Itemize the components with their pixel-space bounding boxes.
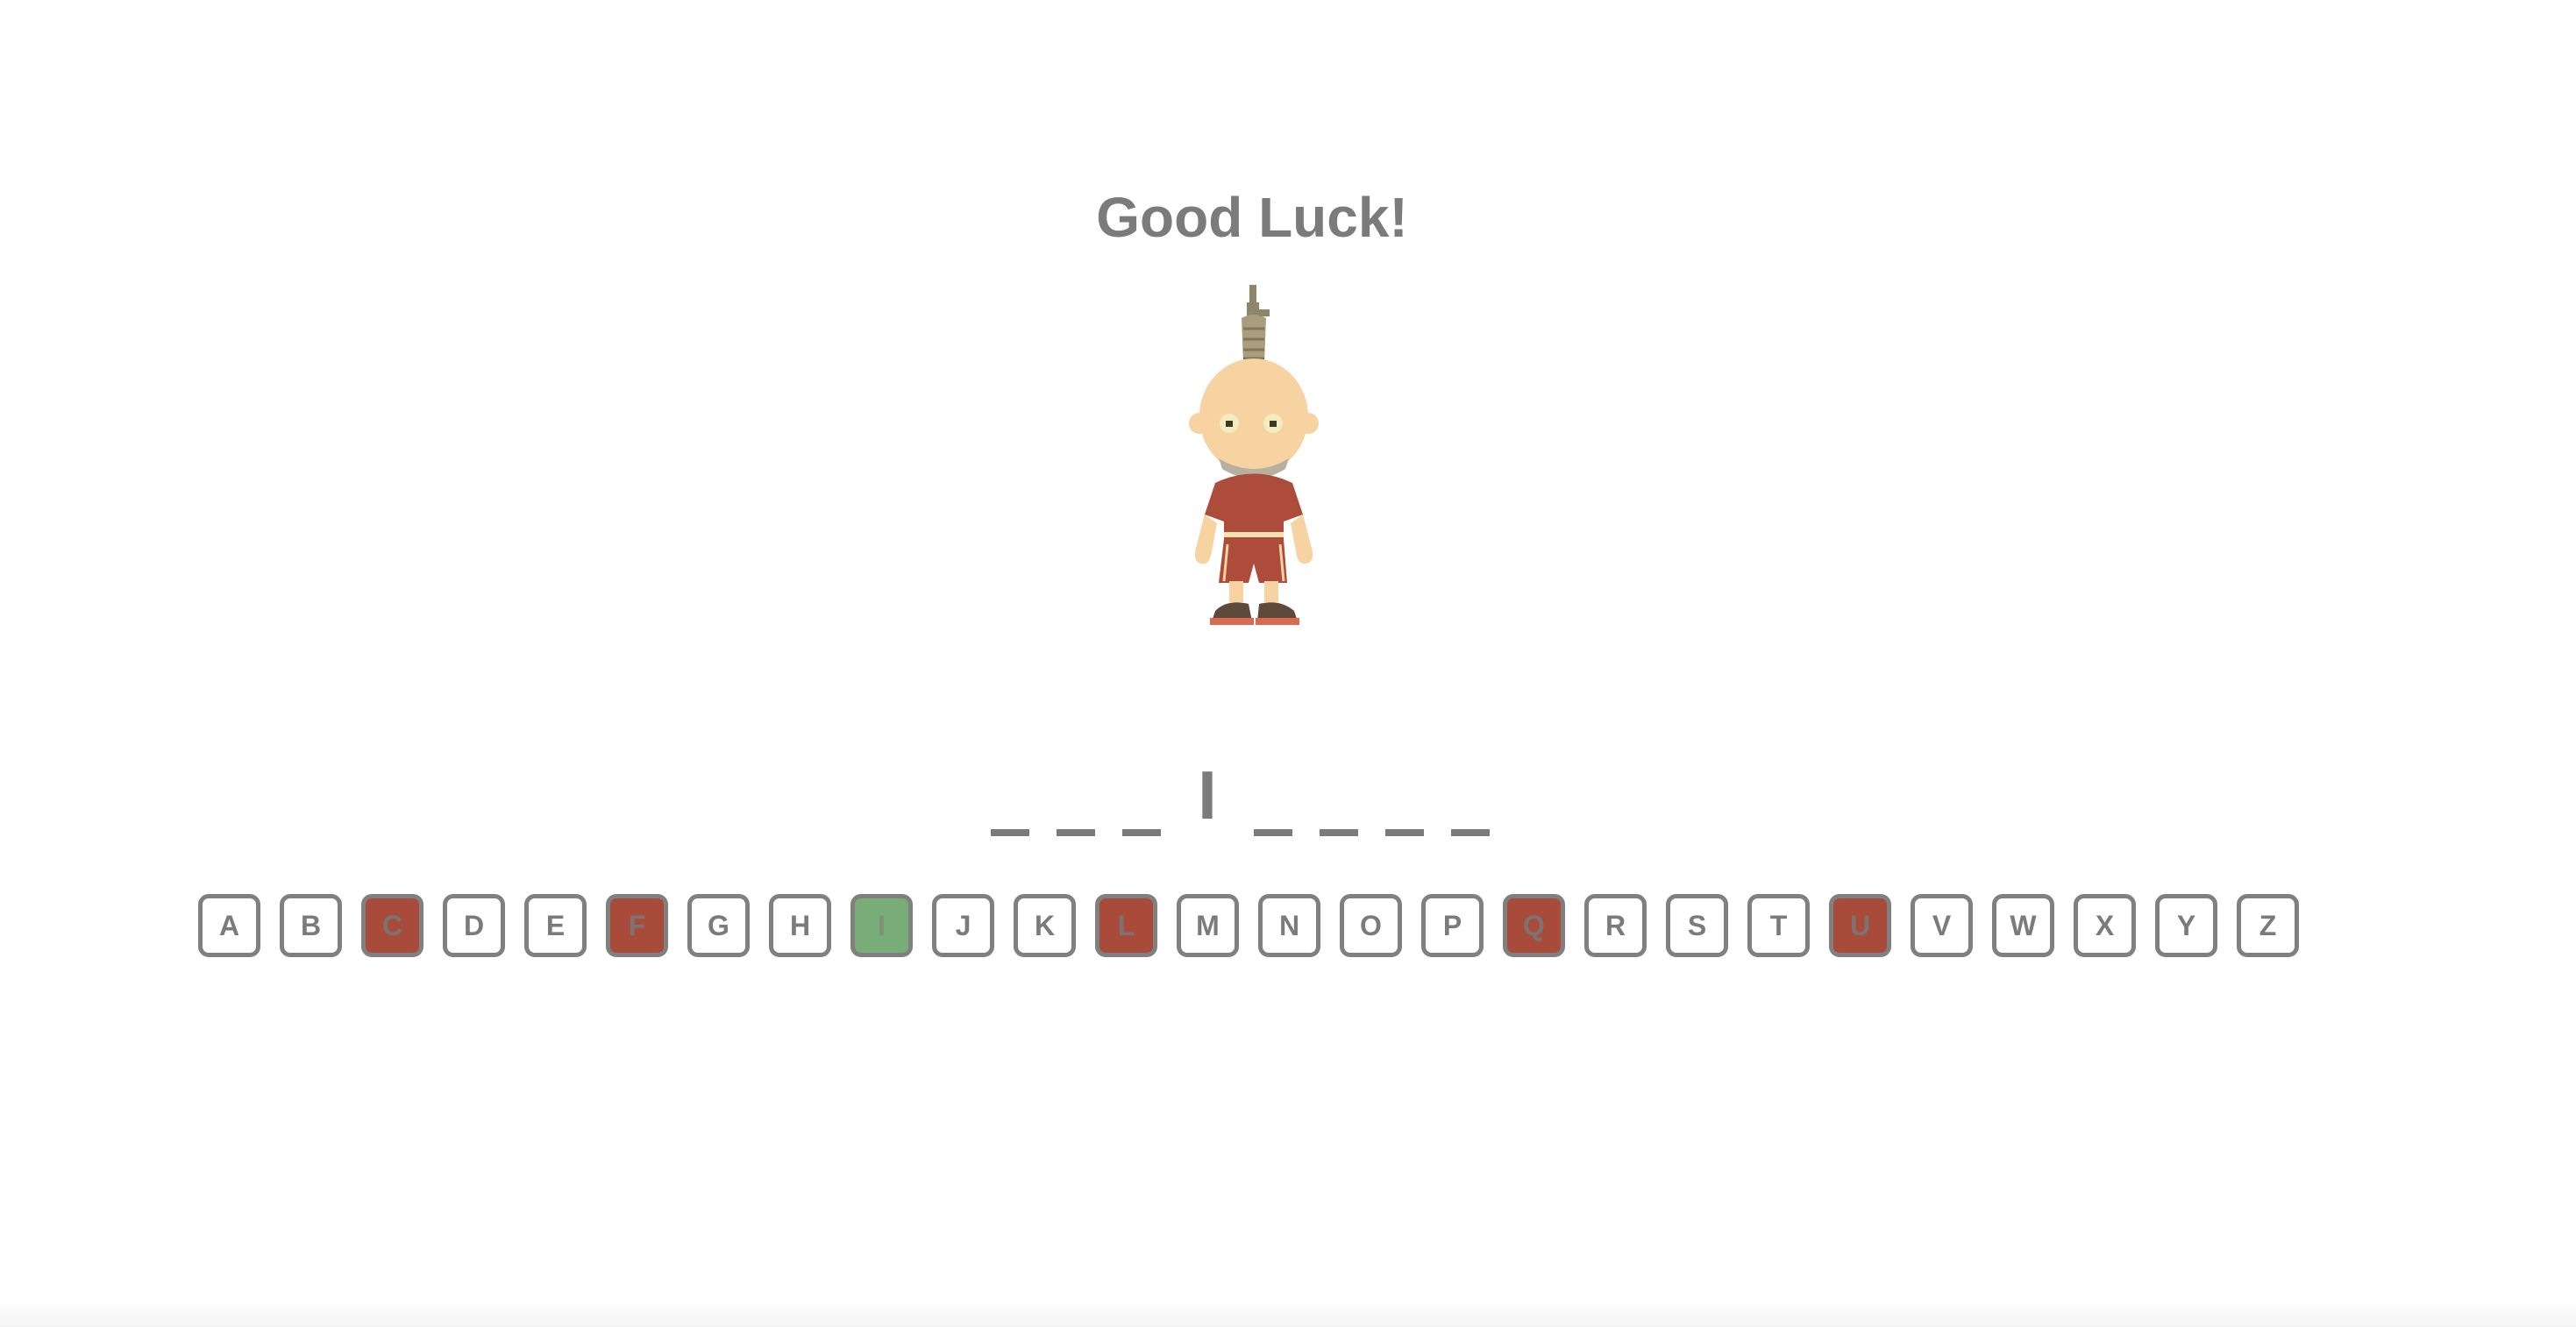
letter-slot [1055,754,1097,841]
blank-dash [1385,829,1424,836]
key-d-button[interactable]: D [443,894,505,957]
key-y-button[interactable]: Y [2155,894,2217,957]
blank-dash [1320,829,1358,836]
key-c-button[interactable]: C [361,894,423,957]
letter-slot [1252,754,1294,841]
head-icon [1189,358,1319,479]
key-w-button[interactable]: W [1992,894,2054,957]
letter-slot [1318,754,1360,841]
key-g-button[interactable]: G [687,894,750,957]
key-l-button[interactable]: L [1095,894,1157,957]
key-s-button[interactable]: S [1666,894,1728,957]
key-b-button[interactable]: B [280,894,342,957]
game-title: Good Luck! [1096,186,1408,249]
letter-slot: I [1186,754,1228,841]
rope-icon [1242,285,1270,366]
hangman-game: Good Luck! I A B C D E F G H I J K L M N… [0,0,2576,1327]
letter-slot [1384,754,1426,841]
key-v-button[interactable]: V [1911,894,1973,957]
legs-icon [1210,581,1299,625]
key-h-button[interactable]: H [769,894,831,957]
key-o-button[interactable]: O [1340,894,1402,957]
letter-slot [1121,754,1163,841]
word-display: I [989,754,1515,841]
key-n-button[interactable]: N [1258,894,1320,957]
letter-slot [1449,754,1491,841]
torso-icon [1205,473,1303,583]
key-a-button[interactable]: A [198,894,260,957]
key-x-button[interactable]: X [2074,894,2136,957]
key-t-button[interactable]: T [1747,894,1810,957]
key-e-button[interactable]: E [524,894,587,957]
key-z-button[interactable]: Z [2237,894,2299,957]
blank-dash [991,829,1029,836]
key-k-button[interactable]: K [1014,894,1076,957]
key-f-button[interactable]: F [606,894,668,957]
key-u-button[interactable]: U [1829,894,1891,957]
key-p-button[interactable]: P [1421,894,1484,957]
blank-dash [1451,829,1490,836]
key-r-button[interactable]: R [1584,894,1647,957]
key-q-button[interactable]: Q [1503,894,1565,957]
blank-dash [1057,829,1095,836]
key-m-button[interactable]: M [1177,894,1239,957]
key-j-button[interactable]: J [932,894,994,957]
blank-dash [1254,829,1292,836]
blank-dash [1122,829,1161,836]
key-i-button[interactable]: I [850,894,913,957]
page-bottom-edge [0,1301,2576,1327]
revealed-letter: I [1198,756,1217,834]
letter-keyboard: ABCDEFGHIJKLMNOPQRSTUVWXYZ [198,894,2318,957]
hangman-figure-icon [1175,285,1333,653]
letter-slot [989,754,1031,841]
